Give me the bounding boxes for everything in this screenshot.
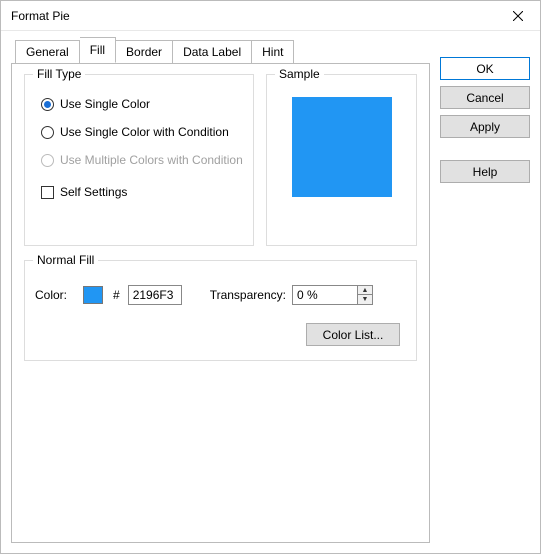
- format-pie-dialog: Format Pie General Fill Border Data Labe…: [0, 0, 541, 554]
- tab-general[interactable]: General: [15, 40, 80, 64]
- row-filltype-sample: Fill Type Use Single Color Use Single Co…: [24, 74, 417, 246]
- radio-multiple-colors-condition: [41, 154, 54, 167]
- close-button[interactable]: [496, 1, 540, 31]
- button-gap: [440, 144, 530, 154]
- sample-group: Sample: [266, 74, 417, 246]
- spinner-up-icon[interactable]: ▲: [358, 286, 372, 295]
- ok-button[interactable]: OK: [440, 57, 530, 80]
- dialog-title: Format Pie: [11, 9, 496, 23]
- hash-symbol: #: [113, 288, 120, 302]
- tab-border[interactable]: Border: [116, 40, 173, 64]
- radio-row-single-cond[interactable]: Use Single Color with Condition: [41, 125, 243, 139]
- radio-row-multi-cond: Use Multiple Colors with Condition: [41, 153, 243, 167]
- tab-data-label[interactable]: Data Label: [173, 40, 252, 64]
- spinner-down-icon[interactable]: ▼: [358, 295, 372, 304]
- fill-type-legend: Fill Type: [33, 67, 85, 81]
- radio-single-color-condition[interactable]: [41, 126, 54, 139]
- sample-swatch: [292, 97, 392, 197]
- tabstrip: General Fill Border Data Label Hint: [15, 39, 430, 63]
- transparency-label: Transparency:: [210, 288, 286, 302]
- dialog-body: General Fill Border Data Label Hint Fill…: [1, 31, 540, 553]
- transparency-input[interactable]: [292, 285, 358, 305]
- radio-single-color-condition-label: Use Single Color with Condition: [60, 125, 229, 139]
- color-chip[interactable]: [83, 286, 103, 304]
- hex-input[interactable]: [128, 285, 182, 305]
- normal-fill-legend: Normal Fill: [33, 253, 98, 267]
- radio-multiple-colors-condition-label: Use Multiple Colors with Condition: [60, 153, 243, 167]
- self-settings-row[interactable]: Self Settings: [41, 185, 243, 199]
- color-label: Color:: [35, 288, 67, 302]
- tabpanel-fill: Fill Type Use Single Color Use Single Co…: [11, 63, 430, 543]
- tab-fill[interactable]: Fill: [80, 37, 116, 63]
- fill-type-group: Fill Type Use Single Color Use Single Co…: [24, 74, 254, 246]
- self-settings-label: Self Settings: [60, 185, 127, 199]
- color-list-row: Color List...: [35, 323, 406, 346]
- right-button-column: OK Cancel Apply Help: [440, 39, 530, 543]
- close-icon: [513, 11, 523, 21]
- spinner-buttons: ▲ ▼: [358, 285, 373, 305]
- left-pane: General Fill Border Data Label Hint Fill…: [11, 39, 430, 543]
- normal-fill-group: Normal Fill Color: # Transparency: ▲ ▼: [24, 260, 417, 361]
- radio-single-color-label: Use Single Color: [60, 97, 150, 111]
- sample-legend: Sample: [275, 67, 324, 81]
- radio-single-color[interactable]: [41, 98, 54, 111]
- titlebar: Format Pie: [1, 1, 540, 31]
- help-button[interactable]: Help: [440, 160, 530, 183]
- apply-button[interactable]: Apply: [440, 115, 530, 138]
- cancel-button[interactable]: Cancel: [440, 86, 530, 109]
- color-list-button[interactable]: Color List...: [306, 323, 400, 346]
- self-settings-checkbox[interactable]: [41, 186, 54, 199]
- tab-hint[interactable]: Hint: [252, 40, 294, 64]
- radio-row-single[interactable]: Use Single Color: [41, 97, 243, 111]
- normal-fill-row: Color: # Transparency: ▲ ▼: [35, 285, 406, 305]
- transparency-spinner[interactable]: ▲ ▼: [292, 285, 373, 305]
